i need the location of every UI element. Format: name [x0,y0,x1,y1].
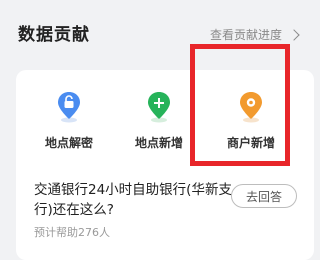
view-progress-link[interactable]: 查看贡献进度 [209,26,300,43]
helped-count: 预计帮助276人 [34,226,110,239]
plus-pin-icon [148,92,170,123]
page-title: 数据贡献 [18,25,90,45]
chevron-right-icon [288,29,300,41]
view-progress-label: 查看贡献进度 [209,28,282,42]
action-label: 地点新增 [134,136,183,150]
question-text: 交通银行24小时自助银行(华新支行)还在这么? [34,182,232,218]
action-location-decrypt[interactable]: 地点解密 [24,90,114,160]
lock-pin-icon [58,92,80,123]
action-label: 地点解密 [44,136,93,150]
highlight-box [190,44,290,166]
answer-button[interactable]: 去回答 [231,184,297,208]
